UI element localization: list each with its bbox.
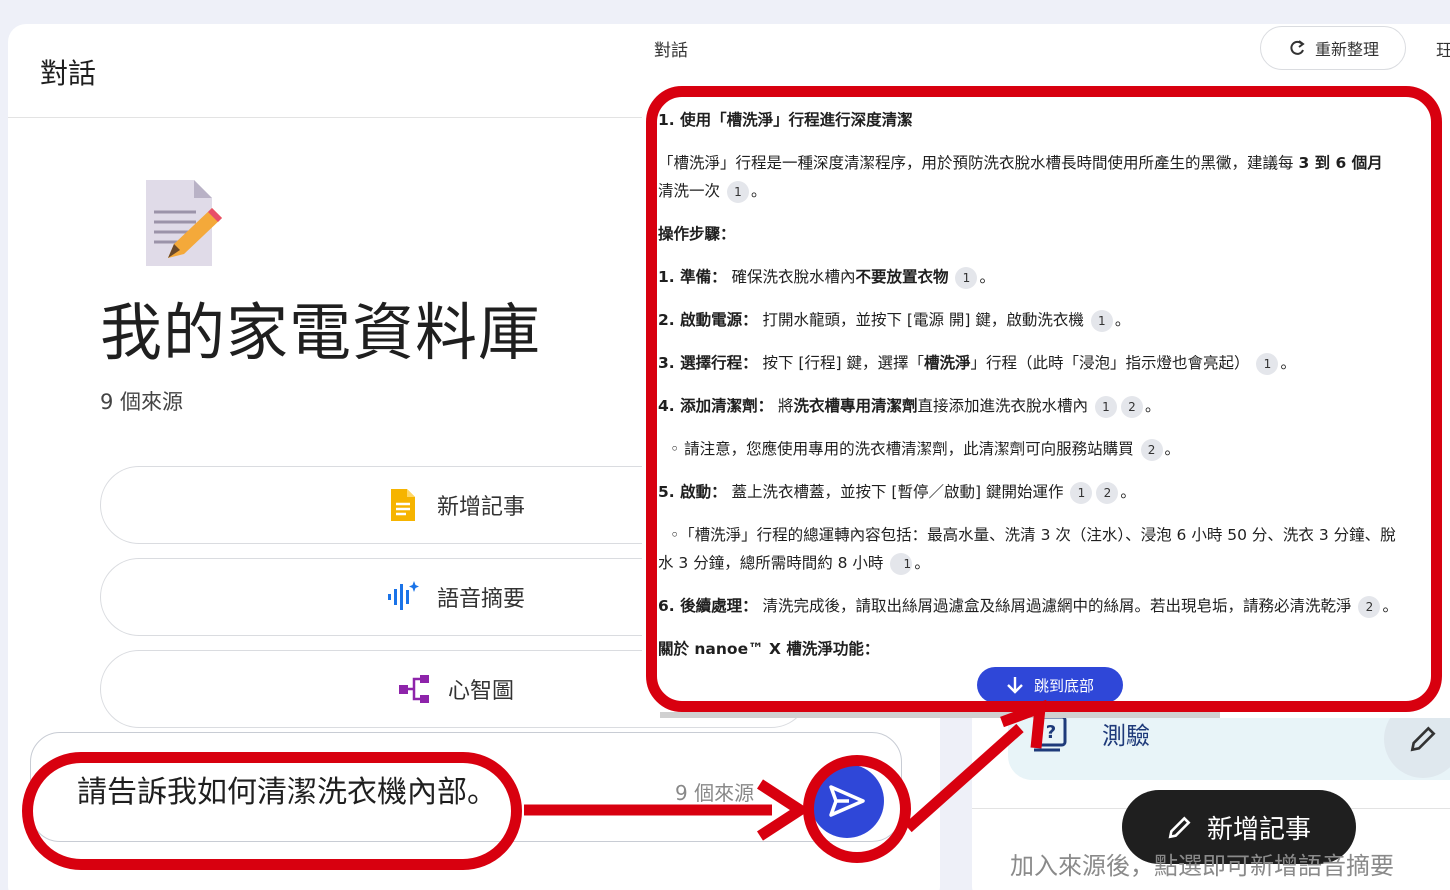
studio-hint: 加入來源後，點選即可新增語音摘要 <box>1010 852 1394 880</box>
quiz-label: 測驗 <box>1102 722 1150 750</box>
annotation-input-highlight <box>22 752 522 870</box>
annotation-send-highlight <box>803 755 911 863</box>
mind-map-icon <box>398 675 429 703</box>
quiz-icon: ? <box>1034 715 1067 752</box>
refresh-icon <box>1290 40 1305 55</box>
add-note-action-label: 新增記事 <box>436 495 525 520</box>
mind-map-label: 心智圖 <box>447 679 514 704</box>
notebook-pencil-icon <box>146 180 222 266</box>
cutoff-text: 玨 <box>1436 41 1450 61</box>
notebook-source-count: 9 個來源 <box>100 390 184 414</box>
audio-overview-label: 語音摘要 <box>436 587 525 612</box>
refresh-label: 重新整理 <box>1314 40 1379 59</box>
svg-text:?: ? <box>1046 722 1056 743</box>
audio-waveform-icon <box>387 581 419 610</box>
note-icon <box>390 489 415 521</box>
pencil-icon <box>1410 726 1436 752</box>
notebook-title: 我的家電資料庫 <box>100 296 542 369</box>
pencil-icon <box>1168 816 1191 839</box>
annotation-answer-highlight <box>646 86 1442 712</box>
popup-title: 對話 <box>654 41 688 61</box>
refresh-button[interactable]: 重新整理 <box>1260 26 1406 70</box>
add-note-label: 新增記事 <box>1206 814 1311 845</box>
chat-input-source-count: 9 個來源 <box>675 781 755 805</box>
next-line-peek <box>660 712 1220 718</box>
